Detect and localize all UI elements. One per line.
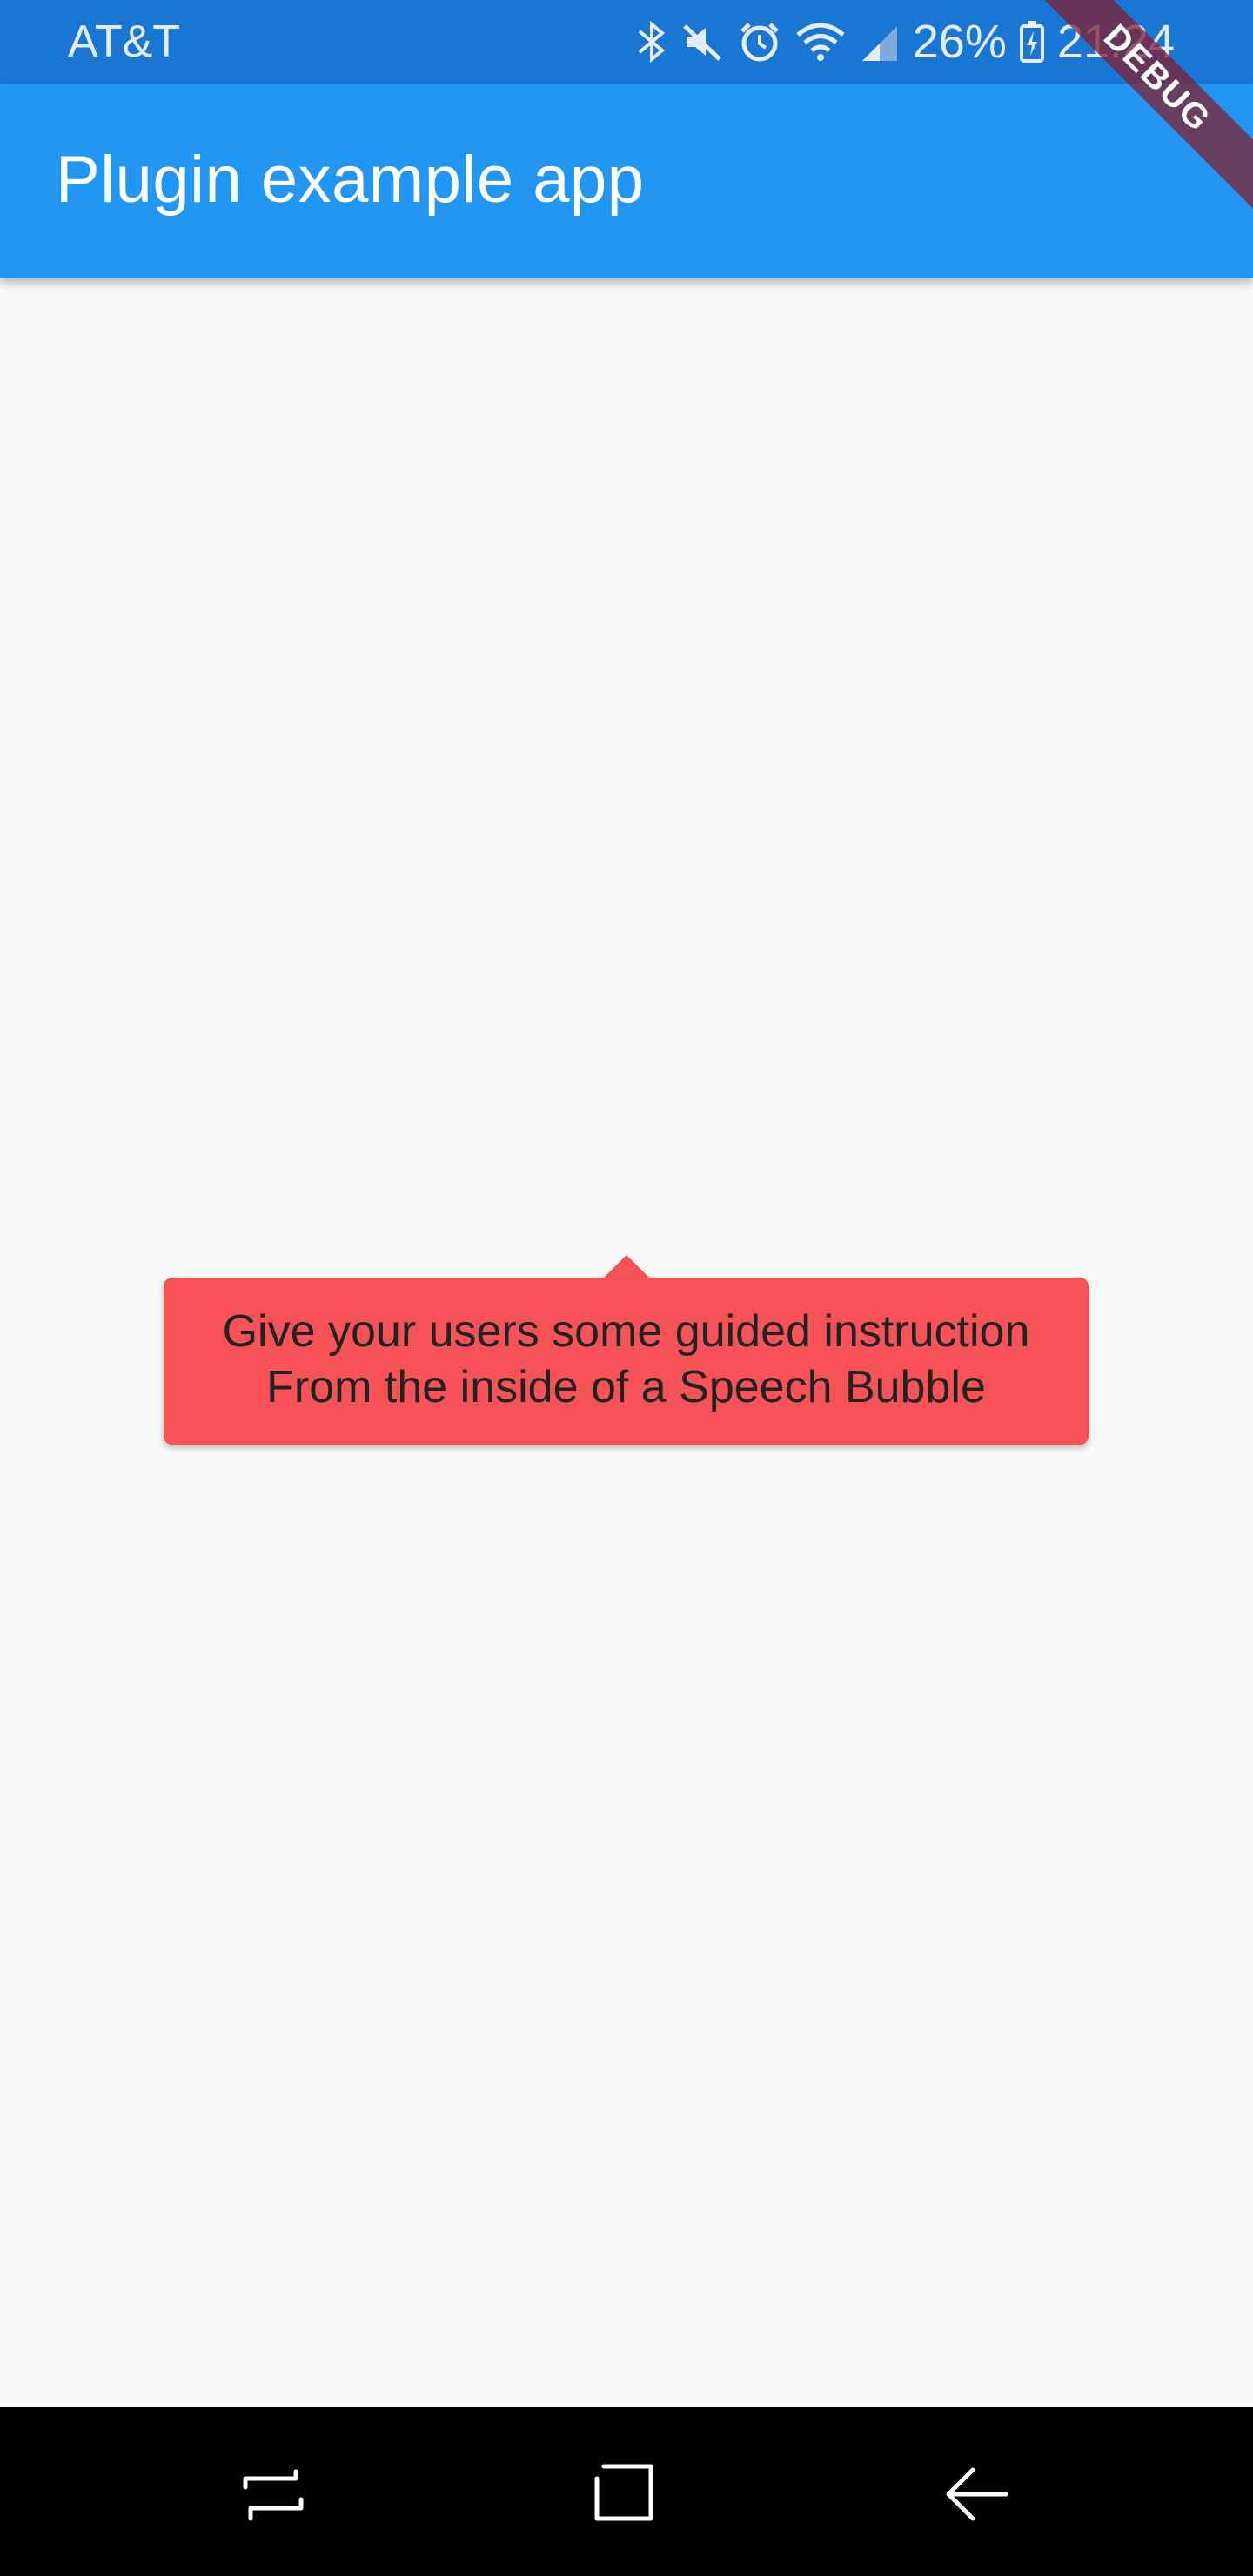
battery-charging-icon xyxy=(1019,19,1045,64)
home-icon[interactable] xyxy=(585,2452,668,2536)
speech-bubble-line-2: From the inside of a Speech Bubble xyxy=(266,1362,986,1412)
carrier-label: AT&T xyxy=(68,17,181,67)
speech-bubble: Give your users some guided instruction … xyxy=(164,1278,1089,1445)
signal-icon xyxy=(859,19,901,64)
navigation-bar xyxy=(0,2407,1253,2576)
speech-bubble-text: Give your users some guided instruction … xyxy=(164,1304,1089,1415)
speech-bubble-line-1: Give your users some guided instruction xyxy=(222,1306,1030,1357)
back-icon[interactable] xyxy=(933,2452,1016,2536)
speech-bubble-arrow xyxy=(602,1255,651,1279)
screen: AT&T 26% 21:24 Plugin exam xyxy=(0,0,1253,2576)
bluetooth-icon xyxy=(636,19,667,64)
app-title: Plugin example app xyxy=(56,143,645,217)
recents-icon[interactable] xyxy=(233,2452,317,2536)
mute-icon xyxy=(680,19,725,64)
alarm-icon xyxy=(737,19,782,64)
battery-percent: 26% xyxy=(912,16,1007,68)
wifi-icon xyxy=(794,19,847,64)
app-bar: Plugin example app xyxy=(0,84,1253,278)
